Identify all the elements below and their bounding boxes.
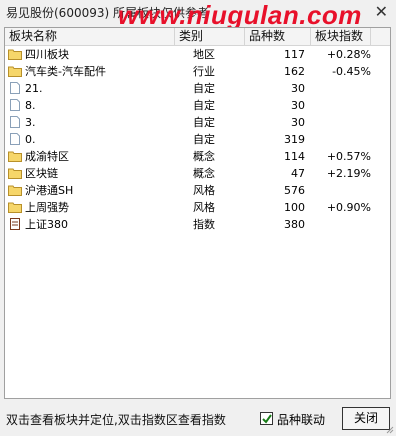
hint-text: 双击查看板块并定位,双击指数区查看指数 — [6, 413, 226, 427]
row-type: 指数 — [193, 218, 215, 231]
row-type: 概念 — [193, 167, 215, 180]
table-row[interactable]: 成渝特区 概念 114 +0.57% — [5, 148, 390, 165]
row-type: 行业 — [193, 65, 215, 78]
row-index — [305, 216, 371, 233]
table-row[interactable]: 3. 自定 30 — [5, 114, 390, 131]
row-index — [305, 182, 371, 199]
table-row[interactable]: 汽车类-汽车配件 行业 162 -0.45% — [5, 63, 390, 80]
folder-icon — [8, 150, 22, 162]
row-count: 117 — [284, 48, 305, 61]
row-name: 21. — [25, 82, 43, 95]
linkage-checkbox-label[interactable]: 品种联动 — [277, 411, 325, 428]
row-index — [305, 114, 371, 131]
table-row[interactable]: 沪港通SH 风格 576 — [5, 182, 390, 199]
table-row[interactable]: 上证380 指数 380 — [5, 216, 390, 233]
row-type: 风格 — [193, 201, 215, 214]
row-index — [305, 80, 371, 97]
row-type: 自定 — [193, 116, 215, 129]
document-icon — [8, 82, 22, 94]
row-type: 自定 — [193, 133, 215, 146]
row-name: 四川板块 — [25, 48, 69, 61]
row-index — [305, 97, 371, 114]
document-icon — [8, 99, 22, 111]
document-icon — [8, 116, 22, 128]
folder-icon — [8, 65, 22, 77]
folder-icon — [8, 48, 22, 60]
close-button[interactable]: 关闭 — [342, 407, 390, 430]
row-name: 0. — [25, 133, 36, 146]
row-type: 自定 — [193, 82, 215, 95]
list-header: 板块名称 类别 品种数 板块指数 — [5, 28, 390, 46]
table-row[interactable]: 21. 自定 30 — [5, 80, 390, 97]
table-row[interactable]: 四川板块 地区 117 +0.28% — [5, 46, 390, 63]
row-type: 概念 — [193, 150, 215, 163]
row-name: 汽车类-汽车配件 — [25, 65, 106, 78]
table-row[interactable]: 0. 自定 319 — [5, 131, 390, 148]
folder-icon — [8, 167, 22, 179]
row-name: 成渝特区 — [25, 150, 69, 163]
row-count: 47 — [291, 167, 305, 180]
row-type: 自定 — [193, 99, 215, 112]
row-count: 30 — [291, 99, 305, 112]
column-header-type[interactable]: 类别 — [175, 28, 245, 45]
sector-list[interactable]: 板块名称 类别 品种数 板块指数 四川板块 地区 117 +0.28% 汽车类-汽车配件… — [4, 27, 391, 399]
row-count: 576 — [284, 184, 305, 197]
close-icon[interactable]: ✕ — [375, 2, 388, 21]
row-index: +0.28% — [326, 48, 371, 61]
row-count: 380 — [284, 218, 305, 231]
checkmark-icon — [262, 414, 272, 424]
row-count: 319 — [284, 133, 305, 146]
column-header-index[interactable]: 板块指数 — [311, 28, 371, 45]
row-type: 地区 — [193, 48, 215, 61]
document-icon — [8, 133, 22, 145]
row-index: +0.90% — [326, 201, 371, 214]
folder-icon — [8, 201, 22, 213]
row-count: 30 — [291, 82, 305, 95]
row-name: 上证380 — [25, 218, 68, 231]
row-count: 30 — [291, 116, 305, 129]
row-count: 162 — [284, 65, 305, 78]
row-name: 3. — [25, 116, 36, 129]
folder-icon — [8, 184, 22, 196]
row-name: 8. — [25, 99, 36, 112]
footer-bar: 双击查看板块并定位,双击指数区查看指数 品种联动 关闭 — [0, 402, 396, 436]
row-name: 上周强势 — [25, 201, 69, 214]
index-icon — [8, 218, 22, 230]
row-index: +2.19% — [326, 167, 371, 180]
table-row[interactable]: 区块链 概念 47 +2.19% — [5, 165, 390, 182]
table-row[interactable]: 8. 自定 30 — [5, 97, 390, 114]
row-index: -0.45% — [332, 65, 371, 78]
column-header-count[interactable]: 品种数 — [245, 28, 311, 45]
row-index: +0.57% — [326, 150, 371, 163]
column-header-name[interactable]: 板块名称 — [5, 28, 175, 45]
resize-grip-icon[interactable] — [384, 424, 394, 434]
row-type: 风格 — [193, 184, 215, 197]
table-row[interactable]: 上周强势 风格 100 +0.90% — [5, 199, 390, 216]
row-count: 114 — [284, 150, 305, 163]
row-name: 沪港通SH — [25, 184, 74, 197]
row-index — [305, 131, 371, 148]
linkage-checkbox[interactable] — [260, 412, 273, 425]
row-name: 区块链 — [25, 167, 58, 180]
row-count: 100 — [284, 201, 305, 214]
